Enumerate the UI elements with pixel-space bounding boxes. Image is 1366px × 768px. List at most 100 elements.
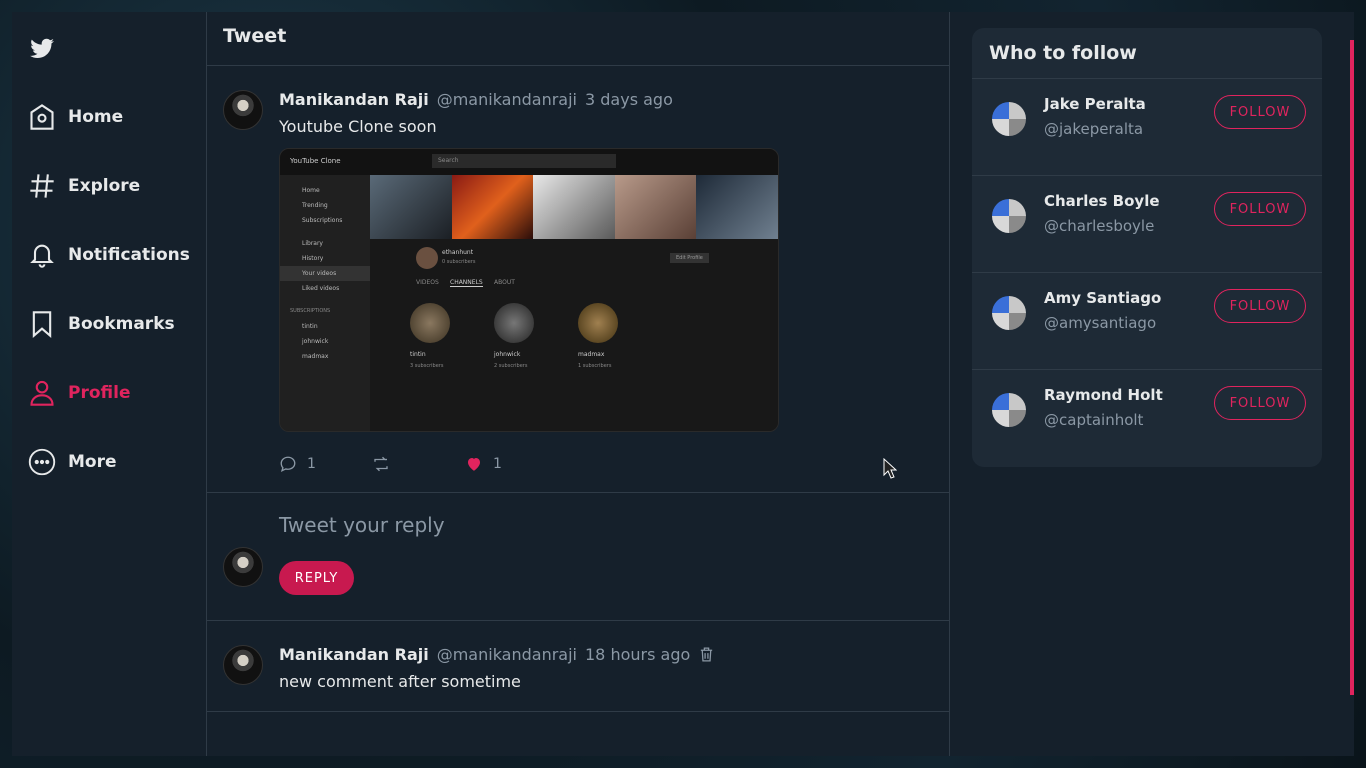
follow-user-name[interactable]: Charles Boyle [1044, 192, 1214, 210]
media-content: ethanhunt 0 subscribers Edit Profile VID… [370, 239, 778, 431]
nav-label-more: More [68, 451, 117, 472]
media-side-item: Liked videos [302, 285, 340, 292]
comment-timestamp: 18 hours ago [585, 645, 691, 664]
media-card-subs: 1 subscribers [578, 363, 612, 369]
comment-button[interactable]: 1 [279, 455, 372, 473]
media-card-name: tintin [410, 351, 426, 358]
reply-body: Tweet your reply REPLY [279, 511, 933, 596]
comment-body: Manikandan Raji @manikandanraji 18 hours… [279, 645, 933, 691]
retweet-button[interactable] [372, 455, 465, 473]
sidebar: Home Explore Notifications Bookmarks Pro… [12, 12, 207, 756]
who-to-follow-panel: Who to follow Jake Peralta @jakeperalta … [972, 28, 1322, 467]
avatar[interactable] [223, 90, 263, 130]
nav-more[interactable]: More [12, 427, 206, 496]
comment[interactable]: Manikandan Raji @manikandanraji 18 hours… [207, 621, 949, 712]
follow-user-handle: @charlesboyle [1044, 217, 1155, 235]
media-card-subs: 2 subscribers [494, 363, 528, 369]
avatar[interactable] [992, 296, 1026, 330]
scrollbar[interactable] [1350, 40, 1354, 695]
nav-label-notifications: Notifications [68, 244, 190, 265]
media-side-item: Home [302, 187, 320, 194]
media-topbar: YouTube Clone Search [280, 149, 778, 175]
nav-home[interactable]: Home [12, 82, 206, 151]
nav-notifications[interactable]: Notifications [12, 220, 206, 289]
tweet-text: Youtube Clone soon [279, 117, 437, 136]
trash-icon[interactable] [698, 646, 715, 663]
comment-author-handle[interactable]: @manikandanraji [437, 645, 577, 664]
bookmark-icon [32, 310, 52, 338]
comment-count: 1 [307, 456, 316, 472]
like-button[interactable]: 1 [465, 455, 558, 473]
avatar[interactable] [992, 199, 1026, 233]
reply-button[interactable]: REPLY [279, 561, 354, 595]
follow-user-name[interactable]: Raymond Holt [1044, 386, 1214, 404]
media-card-name: madmax [578, 351, 605, 358]
media-search: Search [432, 154, 616, 168]
media-channel-subs: 0 subscribers [442, 259, 476, 265]
follow-button[interactable]: FOLLOW [1214, 95, 1306, 129]
comment-header: Manikandan Raji @manikandanraji 18 hours… [279, 645, 933, 664]
follow-suggestion: Amy Santiago @amysantiago FOLLOW [972, 273, 1322, 370]
media-side-item: Your videos [280, 266, 370, 281]
tweet-body: Manikandan Raji @manikandanraji 3 days a… [279, 90, 933, 476]
tweet-timestamp: 3 days ago [585, 90, 673, 109]
media-app-title: YouTube Clone [290, 157, 341, 165]
follow-button[interactable]: FOLLOW [1214, 386, 1306, 420]
follow-info: Jake Peralta @jakeperalta [1044, 95, 1214, 138]
media-banner [370, 175, 778, 239]
follow-info: Raymond Holt @captainholt [1044, 386, 1214, 429]
page-title: Tweet [223, 25, 287, 47]
tweet-author-handle[interactable]: @manikandanraji [437, 90, 577, 109]
tweet-actions: 1 1 [279, 452, 933, 476]
follow-user-handle: @jakeperalta [1044, 120, 1144, 138]
reply-input[interactable]: Tweet your reply [279, 513, 933, 537]
tweet-media-image[interactable]: YouTube Clone Search Home Trending Subsc… [279, 148, 779, 432]
media-side-item: Library [302, 240, 323, 247]
follow-suggestion: Jake Peralta @jakeperalta FOLLOW [972, 79, 1322, 176]
media-side-item: History [302, 255, 324, 262]
media-tab: VIDEOS [416, 279, 439, 286]
user-icon [30, 380, 54, 406]
nav-bookmarks[interactable]: Bookmarks [12, 289, 206, 358]
follow-button[interactable]: FOLLOW [1214, 289, 1306, 323]
comment-text: new comment after sometime [279, 672, 521, 691]
media-card-subs: 3 subscribers [410, 363, 444, 369]
mouse-cursor-icon [883, 458, 897, 479]
media-subs-header: SUBSCRIPTIONS [290, 308, 331, 314]
nav-explore[interactable]: Explore [12, 151, 206, 220]
media-edit-profile: Edit Profile [670, 253, 709, 263]
right-column: Who to follow Jake Peralta @jakeperalta … [950, 12, 1354, 756]
follow-user-handle: @amysantiago [1044, 314, 1157, 332]
follow-info: Charles Boyle @charlesboyle [1044, 192, 1214, 235]
nav-label-bookmarks: Bookmarks [68, 313, 175, 334]
retweet-icon [372, 456, 390, 472]
bell-icon [30, 244, 54, 268]
media-side-item: Subscriptions [302, 217, 343, 224]
nav-profile[interactable]: Profile [12, 358, 206, 427]
comment-icon [280, 456, 296, 473]
more-icon [28, 448, 56, 475]
media-channel-name: ethanhunt [442, 249, 474, 256]
media-side-item: Trending [302, 202, 328, 209]
avatar[interactable] [223, 645, 263, 685]
media-sub-item: madmax [302, 353, 329, 360]
avatar[interactable] [992, 102, 1026, 136]
follow-user-name[interactable]: Jake Peralta [1044, 95, 1214, 113]
nav-label-home: Home [68, 106, 124, 127]
media-sub-item: tintin [302, 323, 318, 330]
follow-user-name[interactable]: Amy Santiago [1044, 289, 1214, 307]
tweet[interactable]: Manikandan Raji @manikandanraji 3 days a… [207, 66, 949, 493]
nav-label-profile: Profile [68, 382, 131, 403]
like-count: 1 [493, 456, 502, 472]
nav-label-explore: Explore [68, 175, 141, 196]
heart-filled-icon [468, 458, 480, 471]
tweet-author-name[interactable]: Manikandan Raji [279, 90, 429, 109]
twitter-logo-icon[interactable] [28, 36, 206, 62]
follow-suggestion: Charles Boyle @charlesboyle FOLLOW [972, 176, 1322, 273]
comment-author-name[interactable]: Manikandan Raji [279, 645, 429, 664]
avatar[interactable] [223, 547, 263, 587]
avatar[interactable] [992, 393, 1026, 427]
media-sidebar: Home Trending Subscriptions Library Hist… [280, 175, 370, 431]
follow-button[interactable]: FOLLOW [1214, 192, 1306, 226]
who-to-follow-title: Who to follow [972, 28, 1322, 79]
